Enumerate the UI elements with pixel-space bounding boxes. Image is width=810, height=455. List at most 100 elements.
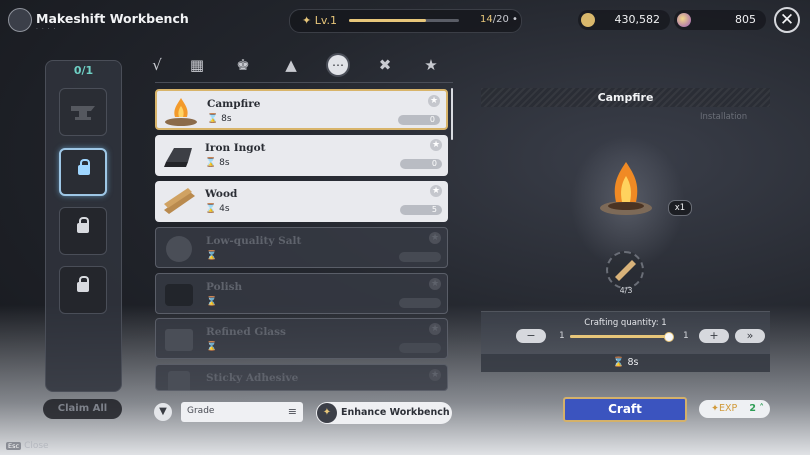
crafting-slots-panel: 0/1 <box>45 60 122 392</box>
workbench-logo-icon <box>8 8 32 32</box>
top-bar: Makeshift Workbench · · · · ✦ Lv.1 14/20… <box>0 0 810 40</box>
bone-icon: ✖ <box>378 56 392 74</box>
hourglass-icon: ⌛ <box>206 251 218 261</box>
salt-icon <box>166 236 192 262</box>
filter-button[interactable]: ▼ <box>154 403 172 421</box>
detail-title: Campfire <box>597 91 654 104</box>
owned-count: 5 <box>400 205 442 215</box>
up-arrow-icon: ˄ <box>759 403 764 414</box>
yield-count-badge: x1 <box>668 200 692 216</box>
tab-documents[interactable]: ▦ <box>187 55 207 75</box>
slot-workbench[interactable] <box>59 88 107 136</box>
favorite-star-icon[interactable]: ★ <box>429 232 441 244</box>
esc-key: Esc <box>6 442 22 450</box>
recipe-item-iron-ingot[interactable]: Iron Ingot ⌛ 8s ★ 0 <box>155 135 448 176</box>
slot-2[interactable] <box>59 207 107 255</box>
tab-materials[interactable]: ✖ <box>375 55 395 75</box>
page-subtitle: · · · · <box>36 26 57 33</box>
level-label: ✦ Lv.1 <box>302 14 337 27</box>
hourglass-icon: ⌛ <box>205 204 217 214</box>
favorite-star-icon[interactable]: ★ <box>429 369 441 381</box>
lock-icon <box>77 276 89 292</box>
adhesive-icon <box>168 371 190 390</box>
close-button[interactable]: ✕ <box>774 7 800 33</box>
anvil-icon <box>71 106 95 120</box>
lock-icon <box>77 217 89 233</box>
tab-camp[interactable]: ▲ <box>281 55 301 75</box>
quantity-slider-fill <box>570 335 668 338</box>
wood-icon <box>164 188 195 214</box>
slot-1[interactable] <box>59 148 107 196</box>
tent-icon: ▲ <box>285 56 297 74</box>
owned-count: 0 <box>398 115 440 125</box>
detail-header: Campfire <box>481 88 770 107</box>
recipe-item-low-quality-salt[interactable]: Low-quality Salt ⌛ ★ <box>155 227 448 268</box>
campfire-icon <box>165 98 197 126</box>
level-bar: ✦ Lv.1 14/20 • <box>289 9 522 33</box>
recipe-item-wood[interactable]: Wood ⌛ 4s ★ 5 <box>155 181 448 222</box>
slot-count: 0/1 <box>73 64 94 77</box>
page-title: Makeshift Workbench <box>36 11 189 26</box>
favorite-star-icon[interactable]: ★ <box>429 323 441 335</box>
lock-icon <box>78 159 90 175</box>
tab-favorites[interactable]: ★ <box>421 55 441 75</box>
grade-sort-select[interactable]: Grade ≡ <box>181 402 303 422</box>
level-progress-track <box>349 19 459 22</box>
recipe-list-scrollbar[interactable] <box>451 88 453 140</box>
owned-count: 0 <box>400 159 442 169</box>
sort-icon[interactable]: ≡ <box>288 405 297 418</box>
level-star-icon: ✦ <box>711 403 719 414</box>
quantity-slider[interactable] <box>570 332 674 342</box>
item-type-label: Installation <box>700 112 748 122</box>
favorite-star-icon[interactable]: ★ <box>430 139 442 151</box>
level-progress-fill <box>349 19 426 22</box>
exp-reward: ✦EXP 2 ˄ <box>699 400 770 418</box>
star-icon: ★ <box>424 56 438 74</box>
owned-count <box>399 298 441 308</box>
owned-count <box>399 343 441 353</box>
gem-currency: 805 <box>674 10 766 30</box>
enhance-workbench-button[interactable]: ✦ Enhance Workbench <box>316 402 452 424</box>
quantity-slider-handle[interactable] <box>664 332 674 342</box>
slot-3[interactable] <box>59 266 107 314</box>
claim-all-button[interactable]: Claim All <box>43 399 122 419</box>
iron-ingot-icon <box>164 148 192 167</box>
hourglass-icon: ⌛ <box>206 297 218 307</box>
quantity-increase-button[interactable]: + <box>699 329 729 343</box>
tab-armor[interactable]: ♚ <box>233 55 253 75</box>
level-exp-count: 14/20 • <box>480 14 518 25</box>
gold-currency: 430,582 <box>578 10 670 30</box>
favorite-star-icon[interactable]: ★ <box>428 95 440 107</box>
level-star-icon: ✦ <box>302 14 312 27</box>
scroll-icon: ▦ <box>189 56 205 74</box>
favorite-star-icon[interactable]: ★ <box>429 278 441 290</box>
wood-material-icon <box>615 260 636 281</box>
crafting-quantity-panel: Crafting quantity: 1 − 1 1 + » ⌛ 8s <box>481 311 770 372</box>
quantity-max-button[interactable]: » <box>735 329 765 343</box>
hourglass-icon: ⌛ <box>205 158 217 168</box>
quantity-min: 1 <box>559 331 565 341</box>
filter-icon: ▼ <box>159 406 167 417</box>
material-count: 4/3 <box>619 286 633 295</box>
craft-button[interactable]: Craft <box>563 397 687 422</box>
quantity-label: Crafting quantity: 1 <box>584 318 667 328</box>
esc-close-hint[interactable]: Esc Close <box>6 441 49 451</box>
recipe-item-refined-glass[interactable]: Refined Glass ⌛ ★ <box>155 318 448 359</box>
tool-icon: √ <box>152 56 162 74</box>
coin-icon <box>581 13 595 27</box>
favorite-star-icon[interactable]: ★ <box>430 185 442 197</box>
glass-icon <box>165 329 193 351</box>
polish-icon <box>165 284 193 306</box>
recipe-item-campfire[interactable]: Campfire ⌛ 8s ★ 0 <box>155 89 448 130</box>
hourglass-icon: ⌛ <box>206 342 218 352</box>
quantity-decrease-button[interactable]: − <box>516 329 546 343</box>
tab-tools[interactable]: √ <box>147 55 167 75</box>
upgrade-icon: ✦ <box>317 403 337 423</box>
hourglass-icon: ⌛ <box>207 114 219 124</box>
owned-count <box>399 252 441 262</box>
recipe-item-sticky-adhesive[interactable]: Sticky Adhesive ★ <box>155 364 448 391</box>
craft-time: ⌛ 8s <box>481 354 770 372</box>
recipe-item-polish[interactable]: Polish ⌛ ★ <box>155 273 448 314</box>
tab-divider <box>155 82 453 83</box>
tab-misc[interactable]: ⋯ <box>328 55 348 75</box>
